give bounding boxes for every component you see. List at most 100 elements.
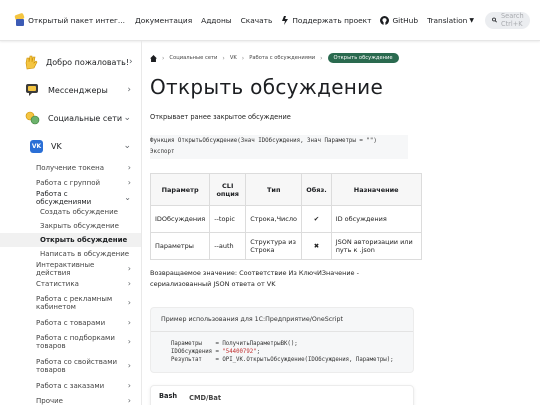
tab-bash[interactable]: Bash [159, 392, 177, 405]
sidebar-item-label: Работа со свойствами товаров [36, 358, 118, 374]
sidebar-item-label: VK [51, 141, 62, 151]
sidebar-item-orders[interactable]: Работа с заказами › [0, 378, 141, 393]
optional-cross-icon: ✖ [301, 232, 332, 260]
tab-cmd-bat[interactable]: CMD/Bat [189, 394, 221, 405]
chevron-right-icon: › [127, 178, 131, 187]
table-cell: --topic [209, 205, 247, 233]
sidebar-item-interactive[interactable]: Интерактивные действия › [0, 260, 141, 277]
chevron-right-icon: › [129, 57, 133, 67]
sidebar-item-label: Социальные сети [48, 113, 123, 123]
nav-link-support[interactable]: Поддержать проект [281, 15, 371, 25]
sidebar-item-other[interactable]: Прочие › [0, 393, 141, 405]
sidebar-item-label: Создать обсуждение [40, 208, 118, 216]
breadcrumb-item[interactable]: Работа с обсуждениями [249, 55, 315, 61]
sidebar-item-vk[interactable]: VK VK ⌄ [0, 132, 141, 160]
code-line: IDОбсуждения = "54400792"; [171, 348, 403, 356]
nav-link-addons[interactable]: Аддоны [201, 16, 231, 25]
table-cell: --auth [209, 232, 247, 260]
sidebar-item-properties[interactable]: Работа со свойствами товаров › [0, 354, 141, 378]
sidebar-item-label: Работа с рекламным кабинетом [36, 295, 113, 311]
messengers-icon [24, 82, 40, 98]
sidebar-item-label: Закрыть обсуждение [40, 222, 119, 230]
chevron-right-icon: › [127, 361, 131, 370]
sidebar-item-post-discussion[interactable]: Написать в обсуждение [0, 247, 141, 261]
sidebar-item-label: Получение токена [36, 163, 105, 172]
table-header: Тип [245, 173, 303, 206]
sidebar-item-get-token[interactable]: Получение токена › [0, 160, 141, 175]
sidebar-item-open-discussion[interactable]: Открыть обсуждение [0, 233, 141, 247]
table-header: Назначение [330, 173, 422, 206]
breadcrumb-item[interactable]: VK [230, 55, 237, 61]
table-row: IDОбсуждения --topic Строка,Число ✔ ID о… [149, 205, 422, 233]
sidebar-item-close-discussion[interactable]: Закрыть обсуждение [0, 219, 141, 233]
return-value-text: Возвращаемое значение: Соответствие Из К… [150, 269, 359, 288]
chevron-right-icon: › [127, 298, 131, 307]
brand-title[interactable]: Открытый пакет интег... [28, 16, 125, 25]
hand-wave-icon [24, 54, 38, 70]
chevron-right-icon: › [127, 85, 131, 95]
home-icon[interactable] [150, 54, 157, 62]
code-example-title: Пример использования для 1С:Предприятие/… [151, 308, 413, 332]
sidebar-item-label: Мессенджеры [48, 85, 108, 95]
sidebar-item-social-networks[interactable]: Социальные сети ⌄ [0, 104, 141, 132]
nav-link-github[interactable]: GitHub [380, 15, 419, 25]
code-block[interactable]: Параметры = ПолучитьПараметрыВК(); IDОбсу… [151, 332, 413, 372]
table-cell: Строка,Число [245, 205, 303, 233]
nav-link-docs[interactable]: Документация [135, 16, 192, 25]
chevron-right-icon: › [127, 279, 131, 288]
breadcrumb-current: Открыть обсуждение [327, 53, 399, 63]
github-icon [380, 15, 390, 25]
chevron-right-icon: › [320, 54, 323, 62]
chevron-right-icon: › [127, 396, 131, 405]
required-check-icon: ✔ [301, 205, 332, 233]
sidebar-item-discussions[interactable]: Работа с обсуждениями ⌄ [0, 190, 141, 206]
logo-icon[interactable] [14, 12, 25, 27]
search-placeholder: Search Ctrl+K [500, 12, 524, 28]
signature-line: Функция ОткрытьОбсуждение(Знач IDОбсужде… [150, 138, 377, 144]
sidebar-item-label: Добро пожаловать! [46, 57, 130, 67]
sidebar-item-label: Интерактивные действия [36, 260, 95, 277]
sidebar-item-messengers[interactable]: Мессенджеры › [0, 76, 141, 104]
search-icon [492, 17, 497, 23]
code-token: IDОбсуждения = [171, 349, 223, 355]
nav-link-download[interactable]: Скачать [241, 16, 273, 25]
sidebar-item-stats[interactable]: Статистика › [0, 276, 141, 291]
sidebar-item-label: Работа с подборками товаров [36, 334, 115, 350]
chevron-right-icon: › [127, 264, 131, 273]
github-label: GitHub [392, 15, 419, 25]
sidebar-item-label: Открыть обсуждение [40, 236, 128, 244]
search-box[interactable]: Search Ctrl+K [484, 11, 530, 29]
sidebar-item-group[interactable]: Работа с группой › [0, 175, 141, 190]
table-cell: Параметры [149, 232, 211, 260]
table-header: Параметр [149, 173, 211, 206]
breadcrumb: › Социальные сети › VK › Работа с обсужд… [150, 51, 540, 65]
table-header-row: Параметр CLI опция Тип Обяз. Назначение [149, 173, 422, 206]
sidebar-item-label: Прочие [36, 396, 63, 405]
boosty-icon [282, 15, 289, 25]
chevron-right-icon: › [241, 54, 245, 62]
sidebar-item-collections[interactable]: Работа с подборками товаров › [0, 330, 141, 354]
code-string: "54400792" [222, 349, 257, 355]
chevron-right-icon: › [127, 318, 131, 327]
chevron-down-icon: ⌄ [124, 193, 131, 202]
sidebar-item-products[interactable]: Работа с товарами › [0, 315, 141, 330]
parameters-table: Параметр CLI опция Тип Обяз. Назначение … [149, 173, 422, 260]
code-line: Параметры = ПолучитьПараметрыВК(); [171, 341, 298, 347]
sidebar-item-welcome[interactable]: Добро пожаловать! › [0, 48, 141, 76]
table-cell: ID обсуждения [330, 205, 422, 233]
main-content: › Социальные сети › VK › Работа с обсужд… [142, 41, 540, 405]
chevron-right-icon: › [222, 54, 225, 62]
caret-down-icon: ▼ [469, 16, 474, 24]
sidebar-item-create-discussion[interactable]: Создать обсуждение [0, 205, 141, 219]
cli-tabs: Bash CMD/Bat [150, 385, 414, 405]
table-cell: Структура из Строка [245, 232, 303, 260]
table-row: Параметры --auth Структура из Строка ✖ J… [149, 232, 422, 260]
code-line: Результат = OPI_VK.ОткрытьОбсуждение(IDО… [171, 357, 394, 363]
translation-dropdown[interactable]: Translation ▼ [427, 16, 474, 25]
sidebar-item-label: Работа с группой [36, 178, 101, 187]
table-header: CLI опция [209, 173, 247, 206]
chevron-right-icon: › [127, 163, 131, 172]
sidebar-item-label: Работа с товарами [36, 318, 106, 327]
breadcrumb-item[interactable]: Социальные сети [169, 55, 217, 61]
sidebar-item-ads[interactable]: Работа с рекламным кабинетом › [0, 291, 141, 315]
